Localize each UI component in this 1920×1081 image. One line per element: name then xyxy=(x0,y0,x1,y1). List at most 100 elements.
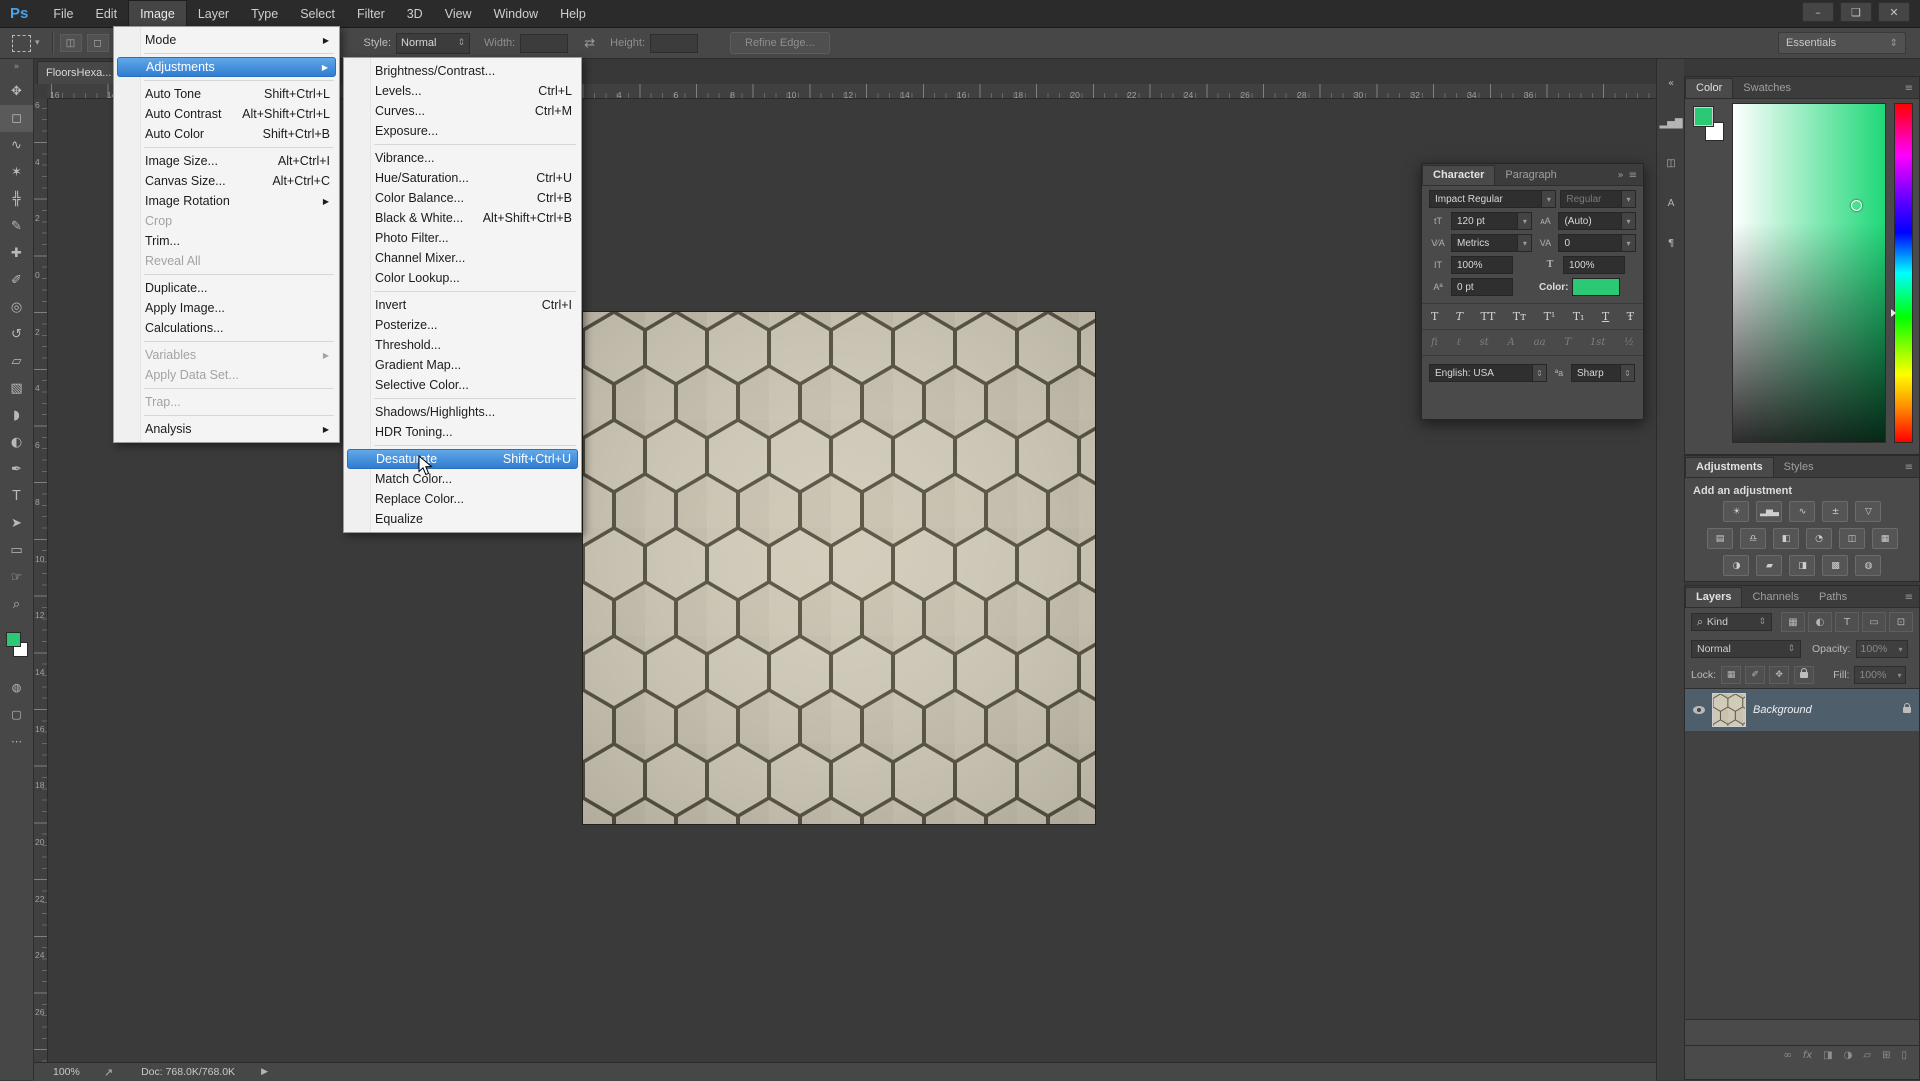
menu-item-levels[interactable]: Levels... Ctrl+L ▶ xyxy=(347,81,578,101)
menu-item-auto-contrast[interactable]: Auto Contrast Alt+Shift+Ctrl+L ▶ xyxy=(117,104,336,124)
menu-item-trap[interactable]: Trap... ▶ xyxy=(117,392,336,412)
menu-item-reveal-all[interactable]: Reveal All ▶ xyxy=(117,251,336,271)
character-panel-icon[interactable]: A xyxy=(1657,188,1685,218)
menu-item-exposure[interactable]: Exposure... ▶ xyxy=(347,121,578,141)
titling-alternates-button[interactable]: T xyxy=(1564,337,1571,348)
blur-tool[interactable]: ◗ xyxy=(0,402,33,429)
tab-adjustments[interactable]: Adjustments xyxy=(1685,457,1774,477)
all-caps-button[interactable]: TT xyxy=(1480,310,1495,323)
tab-layers[interactable]: Layers xyxy=(1685,587,1742,607)
menu-item-calculations[interactable]: Calculations... ▶ xyxy=(117,318,336,338)
workspace-switcher[interactable]: Essentials ⇕ xyxy=(1778,32,1906,54)
font-size-dropdown[interactable]: 120 pt ▾ xyxy=(1451,212,1532,230)
language-dropdown[interactable]: English: USA ⇕ xyxy=(1429,364,1547,382)
selective-color-icon[interactable]: ◍ xyxy=(1855,555,1881,576)
filter-smart-objects-icon[interactable]: ⊡ xyxy=(1889,612,1913,632)
lasso-tool[interactable]: ∿ xyxy=(0,132,33,159)
swash-button[interactable]: A xyxy=(1508,337,1515,348)
menu-view[interactable]: View xyxy=(434,0,483,27)
lock-transparency-icon[interactable]: ▦ xyxy=(1721,666,1741,684)
menu-item[interactable]: ▶ xyxy=(374,398,576,399)
menu-item-canvas-size[interactable]: Canvas Size... Alt+Ctrl+C ▶ xyxy=(117,171,336,191)
tab-paragraph[interactable]: Paragraph xyxy=(1495,166,1566,185)
tab-styles[interactable]: Styles xyxy=(1774,458,1824,477)
exposure-icon[interactable]: ± xyxy=(1822,501,1848,522)
menu-item[interactable]: ▶ xyxy=(144,53,334,54)
hue-saturation-icon[interactable]: ▤ xyxy=(1707,528,1733,549)
restore-button[interactable]: ❏ xyxy=(1840,2,1872,22)
tool-preset-icon[interactable] xyxy=(12,35,31,52)
gradient-tool[interactable]: ▧ xyxy=(0,375,33,402)
close-button[interactable]: ✕ xyxy=(1878,2,1910,22)
tab-color[interactable]: Color xyxy=(1685,78,1733,98)
color-picker-marker[interactable] xyxy=(1851,200,1862,211)
clone-stamp-tool[interactable]: ◎ xyxy=(0,294,33,321)
menu-3d[interactable]: 3D xyxy=(396,0,434,27)
height-input[interactable] xyxy=(650,34,698,53)
menu-item-auto-color[interactable]: Auto Color Shift+Ctrl+B ▶ xyxy=(117,124,336,144)
strikethrough-button[interactable]: Ŧ xyxy=(1627,310,1634,323)
black-white-icon[interactable]: ◧ xyxy=(1773,528,1799,549)
threshold-icon[interactable]: ◨ xyxy=(1789,555,1815,576)
levels-icon[interactable]: ▂▅▃ xyxy=(1756,501,1782,522)
vertical-scale-field[interactable]: 100% xyxy=(1451,256,1513,274)
width-input[interactable] xyxy=(520,34,568,53)
menu-item-analysis[interactable]: Analysis ▶ xyxy=(117,419,336,439)
invert-icon[interactable]: ◑ xyxy=(1723,555,1749,576)
collapse-panel-icon[interactable]: » xyxy=(1617,170,1623,181)
menu-item-duplicate[interactable]: Duplicate... ▶ xyxy=(117,278,336,298)
lock-paint-icon[interactable]: ✐ xyxy=(1745,666,1765,684)
type-tool[interactable]: T xyxy=(0,483,33,510)
hue-slider[interactable] xyxy=(1894,103,1913,443)
menu-item-variables[interactable]: Variables ▶ xyxy=(117,345,336,365)
brightness-contrast-icon[interactable]: ☀ xyxy=(1723,501,1749,522)
healing-brush-tool[interactable]: ✚ xyxy=(0,240,33,267)
paragraph-panel-icon[interactable]: ¶ xyxy=(1657,228,1685,258)
quick-mask-icon[interactable]: ◍ xyxy=(0,674,33,701)
menu-item-trim[interactable]: Trim... ▶ xyxy=(117,231,336,251)
underline-button[interactable]: T xyxy=(1602,310,1609,323)
text-color-swatch[interactable] xyxy=(1572,278,1620,296)
layer-effects-icon[interactable]: fx xyxy=(1803,1050,1812,1061)
menu-item-vibrance[interactable]: Vibrance... ▶ xyxy=(347,148,578,168)
menu-item-threshold[interactable]: Threshold... ▶ xyxy=(347,335,578,355)
tracking-dropdown[interactable]: 0 ▾ xyxy=(1558,234,1636,252)
link-layers-icon[interactable]: ∞ xyxy=(1783,1050,1791,1061)
menu-item[interactable]: ▶ xyxy=(374,445,576,446)
menu-item-apply-image[interactable]: Apply Image... ▶ xyxy=(117,298,336,318)
menu-item-replace-color[interactable]: Replace Color... ▶ xyxy=(347,489,578,509)
screen-mode-icon[interactable]: ▢ xyxy=(0,701,33,728)
toolbar-more-icon[interactable]: ⋯ xyxy=(0,728,33,755)
menu-item-auto-tone[interactable]: Auto Tone Shift+Ctrl+L ▶ xyxy=(117,84,336,104)
stylistic-alternates-button[interactable]: aa xyxy=(1534,337,1546,348)
crop-tool[interactable]: ╬ xyxy=(0,186,33,213)
horizontal-scale-field[interactable]: 100% xyxy=(1563,256,1625,274)
rectangle-tool[interactable]: ▭ xyxy=(0,537,33,564)
menu-item[interactable]: ▶ xyxy=(144,80,334,81)
canvas-image[interactable] xyxy=(583,312,1095,824)
menu-item-posterize[interactable]: Posterize... ▶ xyxy=(347,315,578,335)
filter-shape-layers-icon[interactable]: ▭ xyxy=(1862,612,1886,632)
tab-paths[interactable]: Paths xyxy=(1809,588,1857,607)
tab-channels[interactable]: Channels xyxy=(1742,588,1808,607)
blend-mode-dropdown[interactable]: Normal ⇕ xyxy=(1691,640,1801,658)
antialias-dropdown[interactable]: Sharp ⇕ xyxy=(1571,364,1635,382)
menu-item-image-rotation[interactable]: Image Rotation ▶ xyxy=(117,191,336,211)
layer-group-icon[interactable]: ▱ xyxy=(1863,1050,1871,1061)
vertical-ruler[interactable]: 64202468101214161820222426 xyxy=(33,98,48,1062)
subtract-from-selection-icon[interactable]: ◻ xyxy=(87,34,109,52)
menu-item[interactable]: ▶ xyxy=(374,144,576,145)
menu-item-crop[interactable]: Crop ▶ xyxy=(117,211,336,231)
hand-tool[interactable]: ☞ xyxy=(0,564,33,591)
swap-dimensions-icon[interactable]: ⇄ xyxy=(584,36,595,51)
color-balance-icon[interactable]: ♎ xyxy=(1740,528,1766,549)
menu-file[interactable]: File xyxy=(42,0,84,27)
menu-item-hue-saturation[interactable]: Hue/Saturation... Ctrl+U ▶ xyxy=(347,168,578,188)
filter-pixel-layers-icon[interactable]: ▦ xyxy=(1781,612,1805,632)
contextual-alternates-button[interactable]: ℓ xyxy=(1457,337,1461,348)
delete-layer-icon[interactable]: ▯ xyxy=(1901,1050,1907,1061)
zoom-tool[interactable]: ⌕ xyxy=(0,591,33,618)
history-brush-tool[interactable]: ↺ xyxy=(0,321,33,348)
expand-panels-icon[interactable]: « xyxy=(1657,68,1685,98)
small-caps-button[interactable]: Tᴛ xyxy=(1513,310,1526,323)
